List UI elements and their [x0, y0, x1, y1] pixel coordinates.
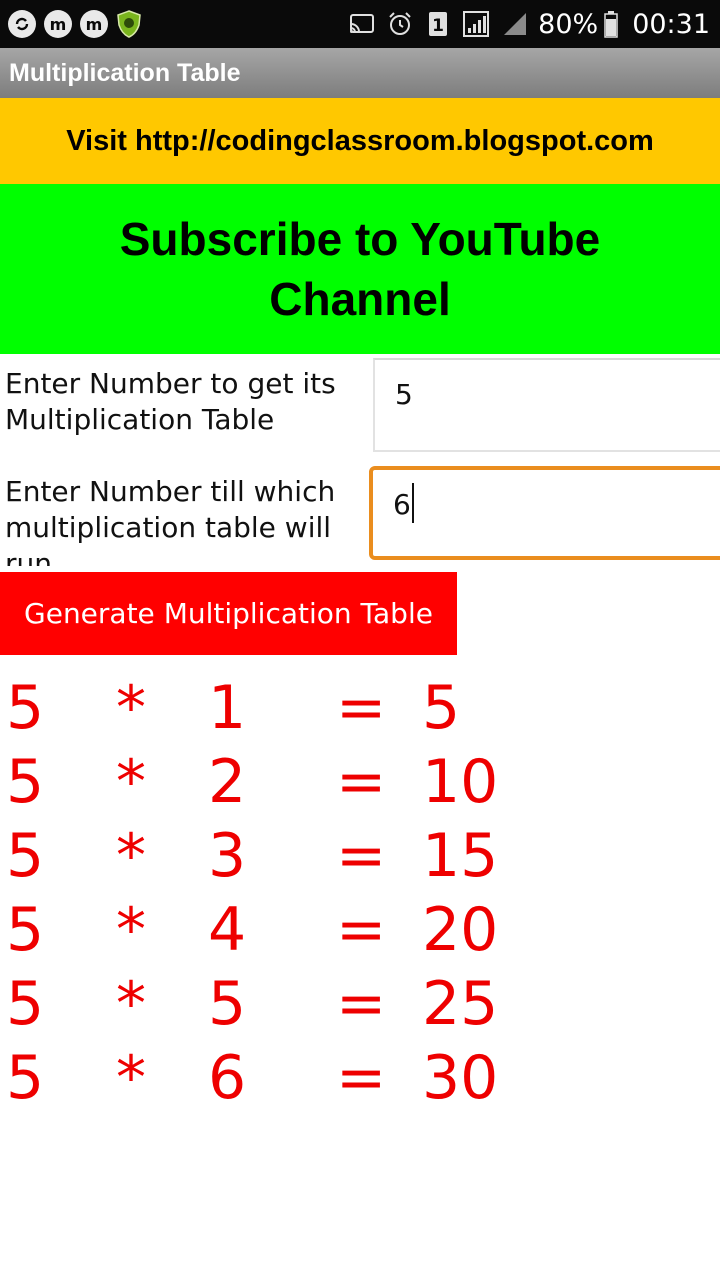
number-label: Enter Number to get its Multiplication T…: [5, 367, 336, 436]
signal-strength-icon: [463, 11, 490, 37]
limit-input[interactable]: 6: [369, 466, 720, 560]
multiplier: 1: [208, 673, 247, 743]
system-icons: 1 80% 00:31: [338, 9, 710, 40]
equals-sign: =: [336, 673, 387, 743]
alarm-icon: [389, 12, 411, 35]
multiply-sign: *: [116, 969, 146, 1039]
multiply-sign: *: [116, 747, 146, 817]
table-row: 5 * 2 = 10: [0, 745, 560, 819]
cast-icon: [350, 14, 375, 33]
blog-link-text: Visit http://codingclassroom.blogspot.co…: [66, 124, 654, 157]
number-input-value: 5: [395, 378, 413, 411]
subscribe-youtube-banner[interactable]: Subscribe to YouTube Channel: [0, 184, 720, 354]
multiply-sign: *: [116, 1043, 146, 1113]
clock: 00:31: [632, 8, 710, 40]
multiplicand: 5: [6, 1043, 45, 1113]
m-app-icon-with-camera: m: [44, 10, 72, 38]
battery-icon: [604, 11, 618, 38]
product: 10: [422, 747, 499, 817]
product: 15: [422, 821, 499, 891]
equals-sign: =: [336, 821, 387, 891]
table-row: 5 * 5 = 25: [0, 967, 560, 1041]
generate-table-button-label: Generate Multiplication Table: [24, 597, 433, 630]
blog-link-banner[interactable]: Visit http://codingclassroom.blogspot.co…: [0, 98, 720, 184]
equals-sign: =: [336, 895, 387, 965]
table-row: 5 * 6 = 30: [0, 1041, 560, 1115]
app-title-bar: Multiplication Table: [0, 48, 720, 98]
multiply-sign: *: [116, 895, 146, 965]
equals-sign: =: [336, 747, 387, 817]
shield-app-icon: [117, 10, 141, 38]
product: 30: [422, 1043, 499, 1113]
second-signal-icon: [504, 13, 527, 35]
multiplier: 4: [208, 895, 247, 965]
multiplier: 2: [208, 747, 247, 817]
sim-slot-number: 1: [432, 16, 444, 36]
limit-input-value: 6: [393, 488, 411, 521]
number-input[interactable]: 5: [373, 358, 720, 452]
product: 20: [422, 895, 499, 965]
m-app-icon: m: [80, 10, 108, 38]
table-row: 5 * 1 = 5: [0, 671, 560, 745]
battery-percent: 80%: [538, 8, 599, 40]
product: 25: [422, 969, 499, 1039]
subscribe-youtube-text: Subscribe to YouTube Channel: [119, 213, 601, 325]
table-row: 5 * 4 = 20: [0, 893, 560, 967]
notification-icons: m m: [8, 10, 148, 38]
multiplicand: 5: [6, 747, 45, 817]
equals-sign: =: [336, 969, 387, 1039]
table-row: 5 * 3 = 15: [0, 819, 560, 893]
text-cursor: [411, 483, 414, 523]
generate-table-button[interactable]: Generate Multiplication Table: [0, 572, 457, 655]
multiplicand: 5: [6, 673, 45, 743]
limit-label: Enter Number till which multiplication t…: [5, 475, 336, 566]
multiplicand: 5: [6, 969, 45, 1039]
multiplier: 3: [208, 821, 247, 891]
multiplier: 5: [208, 969, 247, 1039]
multiplicand: 5: [6, 895, 45, 965]
sync-app-icon: [8, 10, 36, 38]
app-title: Multiplication Table: [9, 58, 241, 87]
sim-slot-icon: 1: [429, 12, 448, 36]
multiplicand: 5: [6, 821, 45, 891]
multiply-sign: *: [116, 673, 146, 743]
equals-sign: =: [336, 1043, 387, 1113]
multiply-sign: *: [116, 821, 146, 891]
multiplier: 6: [208, 1043, 247, 1113]
status-bar: m m 1 80% 00:31: [0, 0, 720, 48]
product: 5: [422, 673, 461, 743]
